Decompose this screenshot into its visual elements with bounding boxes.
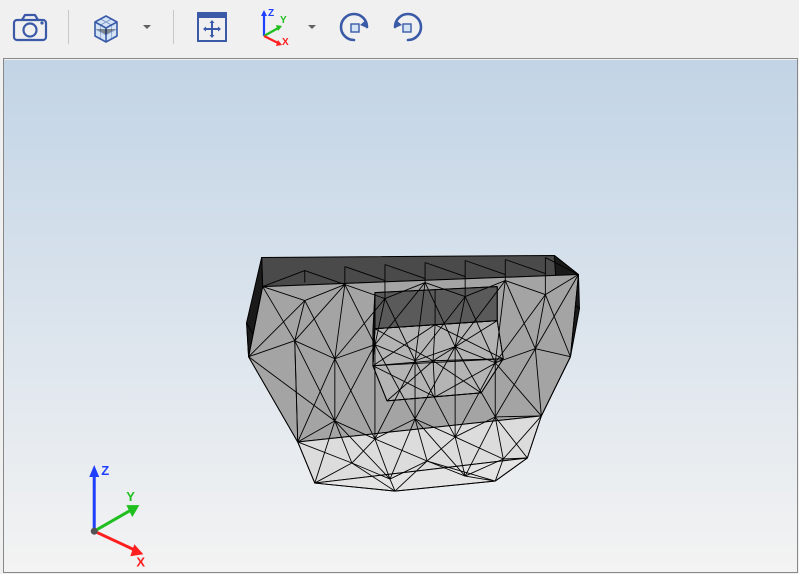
svg-text:X: X — [282, 37, 289, 48]
axes-triad-icon: Z Y X — [246, 6, 290, 48]
snapshot-button[interactable] — [10, 10, 50, 44]
camera-icon — [10, 10, 50, 44]
rotate-cw-icon — [388, 7, 428, 47]
rotate-ccw-button[interactable] — [334, 7, 374, 47]
rotate-cw-button[interactable] — [388, 7, 428, 47]
viewport-container: Z Y X — [0, 55, 799, 574]
axis-label-x: X — [136, 554, 145, 569]
viewport-3d[interactable]: Z Y X — [3, 58, 798, 573]
view-cube-button[interactable] — [87, 8, 125, 46]
toolbar-separator — [173, 10, 174, 44]
rotate-ccw-icon — [334, 7, 374, 47]
chevron-down-icon — [306, 21, 318, 33]
toolbar-separator — [68, 10, 69, 44]
view-cube-dropdown[interactable] — [139, 7, 155, 47]
pan-icon — [192, 7, 232, 47]
axes-triad-dropdown[interactable] — [304, 7, 320, 47]
svg-text:Y: Y — [280, 15, 287, 26]
toolbar: Z Y X — [0, 0, 799, 55]
axis-label-y: Y — [126, 489, 135, 504]
pan-button[interactable] — [192, 7, 232, 47]
svg-text:Z: Z — [268, 8, 274, 19]
view-cube-icon — [87, 8, 125, 46]
axes-triad-button[interactable]: Z Y X — [246, 6, 290, 48]
app-root: Z Y X — [0, 0, 799, 574]
chevron-down-icon — [141, 21, 153, 33]
axis-label-z: Z — [101, 463, 109, 478]
